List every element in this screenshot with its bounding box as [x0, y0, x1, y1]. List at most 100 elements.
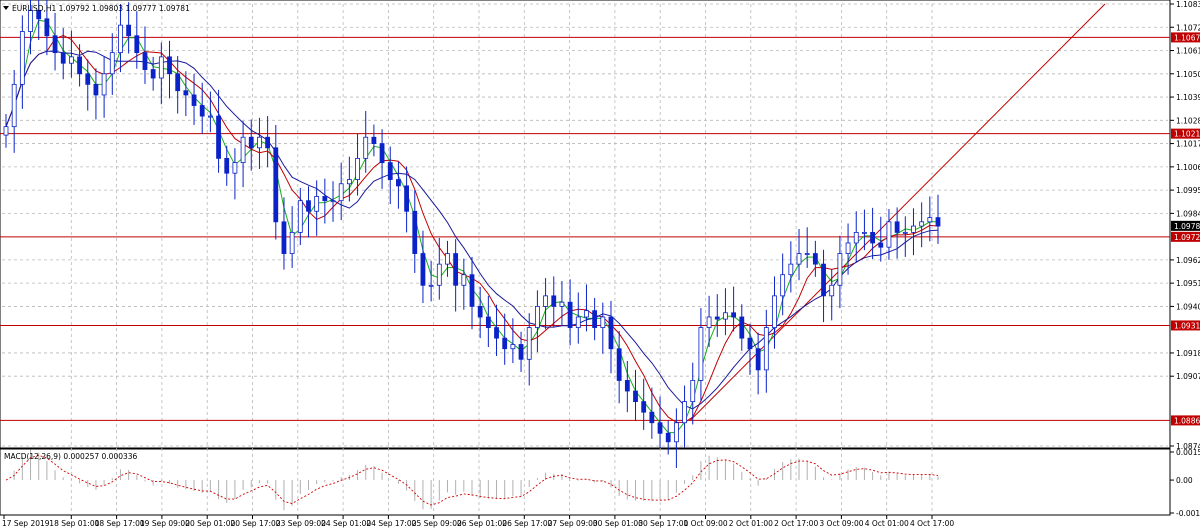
candle-body[interactable] — [902, 232, 908, 234]
candle-body[interactable] — [485, 316, 491, 328]
candle-body[interactable] — [404, 185, 409, 212]
candle-body[interactable] — [363, 136, 369, 159]
candle-body[interactable] — [101, 73, 107, 96]
candle-body[interactable] — [445, 253, 450, 265]
candle-body[interactable] — [289, 232, 295, 254]
candle-body[interactable] — [412, 210, 418, 254]
candle-body[interactable] — [248, 136, 254, 149]
candle-body[interactable] — [575, 316, 581, 328]
candle-body[interactable] — [28, 9, 33, 32]
candle-body[interactable] — [346, 179, 352, 185]
candle-body[interactable] — [420, 253, 426, 286]
candle-body[interactable] — [853, 232, 859, 244]
candle-body[interactable] — [265, 136, 271, 149]
macd-panel[interactable] — [0, 448, 1171, 516]
candle-body[interactable] — [477, 306, 483, 318]
candle-body[interactable] — [608, 316, 614, 350]
candle-body[interactable] — [600, 316, 606, 328]
candle-body[interactable] — [584, 310, 589, 318]
candle-body[interactable] — [829, 284, 835, 297]
candle-body[interactable] — [150, 69, 156, 79]
candle-body[interactable] — [543, 295, 548, 307]
candle-body[interactable] — [19, 31, 25, 85]
candle-body[interactable] — [804, 253, 810, 255]
candle-body[interactable] — [535, 306, 540, 328]
candle-body[interactable] — [44, 18, 50, 37]
candle-body[interactable] — [870, 232, 875, 244]
candle-body[interactable] — [167, 56, 172, 75]
candle-body[interactable] — [338, 183, 344, 202]
candle-body[interactable] — [567, 301, 573, 328]
candle-body[interactable] — [77, 56, 82, 75]
candle-body[interactable] — [11, 83, 17, 128]
candle-body[interactable] — [281, 221, 287, 254]
candle-body[interactable] — [314, 196, 320, 212]
candle-body[interactable] — [134, 35, 140, 54]
candle-body[interactable] — [387, 162, 393, 180]
candle-body[interactable] — [510, 344, 516, 350]
candle-body[interactable] — [935, 217, 941, 227]
candle-body[interactable] — [126, 24, 132, 37]
candle-body[interactable] — [224, 157, 230, 174]
candle-body[interactable] — [52, 35, 58, 54]
candle-body[interactable] — [428, 284, 434, 287]
candle-body[interactable] — [142, 52, 148, 70]
candle-body[interactable] — [641, 401, 647, 413]
candle-body[interactable] — [240, 136, 246, 164]
candle-body[interactable] — [526, 327, 532, 360]
candle-body[interactable] — [919, 221, 925, 227]
candle-body[interactable] — [85, 73, 91, 85]
candle-body[interactable] — [306, 200, 311, 212]
candle-body[interactable] — [845, 242, 851, 254]
candle-body[interactable] — [183, 90, 189, 96]
candle-body[interactable] — [60, 52, 66, 64]
candle-body[interactable] — [232, 162, 238, 174]
candle-body[interactable] — [436, 263, 442, 286]
candle-body[interactable] — [93, 83, 99, 96]
candle-body[interactable] — [297, 200, 303, 233]
candle-body[interactable] — [379, 143, 385, 164]
candle-body[interactable] — [502, 337, 508, 350]
candle-body[interactable] — [878, 242, 884, 248]
candle-body[interactable] — [109, 52, 115, 75]
candle-body[interactable] — [714, 316, 720, 320]
candle-body[interactable] — [207, 115, 213, 118]
candle-body[interactable] — [330, 200, 336, 203]
candle-body[interactable] — [322, 196, 328, 202]
candle-body[interactable] — [690, 380, 696, 402]
candle-body[interactable] — [665, 432, 671, 443]
candle-body[interactable] — [763, 327, 769, 371]
candle-body[interactable] — [812, 253, 818, 265]
candle-body[interactable] — [118, 24, 123, 54]
candle-body[interactable] — [355, 157, 360, 180]
candle-body[interactable] — [453, 253, 459, 286]
candle-body[interactable] — [706, 316, 712, 328]
candle-body[interactable] — [731, 312, 737, 318]
candle-body[interactable] — [657, 422, 663, 434]
candle-body[interactable] — [175, 73, 181, 92]
candle-body[interactable] — [624, 380, 630, 392]
candle-body[interactable] — [772, 295, 777, 328]
candle-body[interactable] — [796, 253, 802, 265]
candle-body[interactable] — [494, 327, 499, 339]
candle-body[interactable] — [633, 390, 638, 402]
candle-body[interactable] — [257, 136, 262, 149]
candle-body[interactable] — [739, 316, 745, 339]
candle-body[interactable] — [216, 115, 221, 159]
candle-body[interactable] — [69, 56, 74, 64]
candle-body[interactable] — [894, 221, 900, 233]
candle-body[interactable] — [273, 147, 279, 223]
candle-body[interactable] — [927, 217, 933, 223]
trading-chart[interactable]: 1.10830 1.10720 1.10610 1.10500 1.10390 1.102… — [0, 0, 1200, 531]
candle-body[interactable] — [592, 310, 598, 328]
candle-body[interactable] — [747, 337, 753, 350]
candle-body[interactable] — [821, 263, 826, 297]
candle-body[interactable] — [551, 295, 557, 307]
candle-body[interactable] — [886, 221, 892, 248]
candle-body[interactable] — [518, 344, 524, 360]
candle-body[interactable] — [469, 274, 475, 307]
candle-body[interactable] — [911, 225, 916, 233]
candle-body[interactable] — [559, 301, 565, 307]
candle-body[interactable] — [461, 274, 467, 286]
candle-body[interactable] — [3, 126, 9, 136]
